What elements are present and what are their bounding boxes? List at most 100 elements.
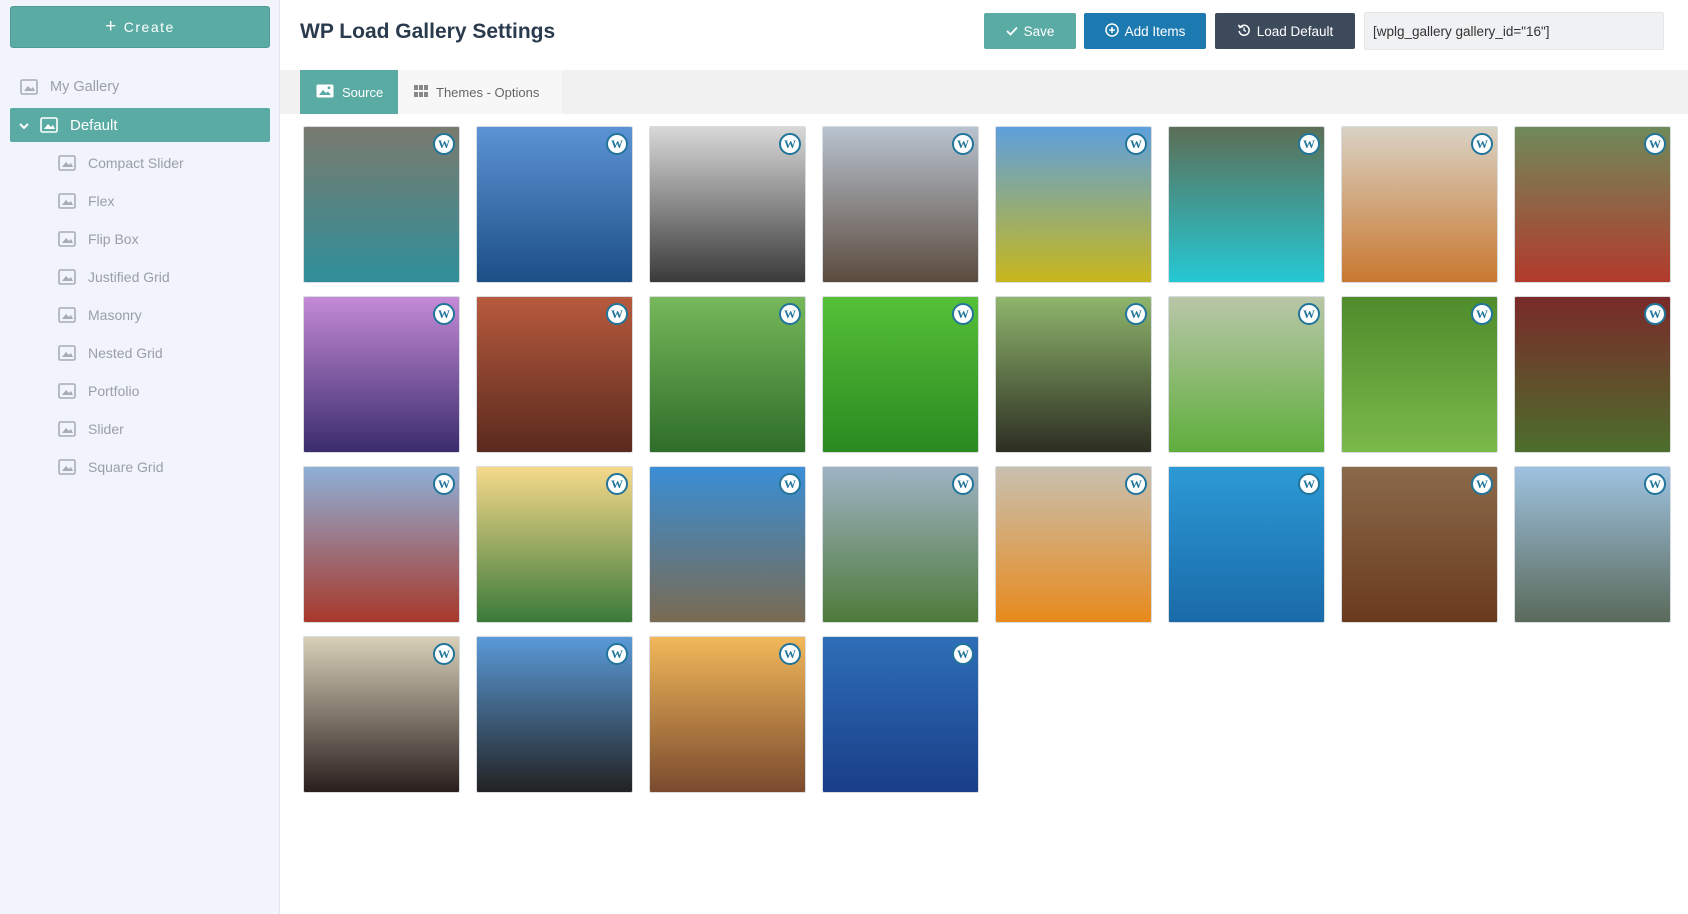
wordpress-icon: W xyxy=(952,303,974,325)
reset-icon xyxy=(1237,23,1251,40)
wordpress-icon: W xyxy=(1644,303,1666,325)
gallery-thumbnail[interactable]: W xyxy=(476,636,633,793)
tree-item-label: Nested Grid xyxy=(88,345,163,361)
wordpress-icon: W xyxy=(1298,303,1320,325)
gallery-thumbnail[interactable]: W xyxy=(476,296,633,453)
gallery-thumbnail[interactable]: W xyxy=(303,296,460,453)
page-title: WP Load Gallery Settings xyxy=(300,20,556,43)
tree-item-label: Flex xyxy=(88,193,115,209)
wordpress-icon: W xyxy=(606,473,628,495)
image-icon xyxy=(58,345,78,361)
tree-item-label: Compact Slider xyxy=(88,155,184,171)
wordpress-icon: W xyxy=(606,643,628,665)
tab-source[interactable]: Source xyxy=(300,70,398,114)
plus-icon: + xyxy=(105,15,118,37)
gallery-thumbnail[interactable]: W xyxy=(1514,296,1671,453)
load-default-button[interactable]: Load Default xyxy=(1215,13,1355,49)
wordpress-icon: W xyxy=(1644,473,1666,495)
tab-bar: Source Themes - Options xyxy=(280,70,1688,114)
gallery-thumbnail[interactable]: W xyxy=(995,466,1152,623)
gallery-thumbnail[interactable]: W xyxy=(1341,126,1498,283)
gallery-thumbnail[interactable]: W xyxy=(476,466,633,623)
tree-item-masonry[interactable]: Masonry xyxy=(10,296,270,334)
tree-item-label: Default xyxy=(70,116,118,134)
wordpress-icon: W xyxy=(433,643,455,665)
plus-circle-icon xyxy=(1104,22,1119,40)
wordpress-icon: W xyxy=(606,133,628,155)
tree-item-label: Square Grid xyxy=(88,459,164,475)
gallery-thumbnail[interactable]: W xyxy=(1168,296,1325,453)
header: WP Load Gallery Settings Save Add Items … xyxy=(280,0,1688,70)
gallery-thumbnail[interactable]: W xyxy=(822,636,979,793)
gallery-thumbnail[interactable]: W xyxy=(303,466,460,623)
tree-item-default[interactable]: Default xyxy=(10,108,270,142)
gallery-thumbnail[interactable]: W xyxy=(1514,126,1671,283)
gallery-thumbnail[interactable]: W xyxy=(995,126,1152,283)
wordpress-icon: W xyxy=(1471,133,1493,155)
tree-item-label: Masonry xyxy=(88,307,142,323)
gallery-tree: My Gallery Default Compact Slider Flex F… xyxy=(10,68,270,486)
chevron-down-icon[interactable] xyxy=(18,119,30,131)
gallery-thumbnail[interactable]: W xyxy=(649,296,806,453)
image-icon xyxy=(58,155,78,171)
wordpress-icon: W xyxy=(1125,133,1147,155)
gallery-thumbnail[interactable]: W xyxy=(1341,296,1498,453)
gallery-thumbnail[interactable]: W xyxy=(1168,466,1325,623)
image-icon xyxy=(40,117,60,133)
tree-item-flex[interactable]: Flex xyxy=(10,182,270,220)
gallery-thumbnail[interactable]: W xyxy=(822,126,979,283)
tree-item-label: Portfolio xyxy=(88,383,140,399)
tree-item-label: My Gallery xyxy=(50,79,120,95)
create-button[interactable]: + Create xyxy=(10,6,270,48)
save-button[interactable]: Save xyxy=(984,13,1076,49)
gallery-thumbnail[interactable]: W xyxy=(1168,126,1325,283)
tab-themes-options[interactable]: Themes - Options xyxy=(398,70,562,114)
load-default-button-label: Load Default xyxy=(1256,23,1334,39)
tree-item-my-gallery[interactable]: My Gallery xyxy=(10,68,270,106)
tree-item-nested-grid[interactable]: Nested Grid xyxy=(10,334,270,372)
wordpress-icon: W xyxy=(779,473,801,495)
gallery-thumbnail[interactable]: W xyxy=(822,296,979,453)
wordpress-icon: W xyxy=(1471,303,1493,325)
add-items-button[interactable]: Add Items xyxy=(1084,13,1206,49)
gallery-thumbnail[interactable]: W xyxy=(1341,466,1498,623)
gallery-thumbnail[interactable]: W xyxy=(649,636,806,793)
wordpress-icon: W xyxy=(1298,133,1320,155)
save-button-label: Save xyxy=(1023,23,1055,39)
image-icon xyxy=(58,269,78,285)
wordpress-icon: W xyxy=(433,133,455,155)
gallery-thumbnail[interactable]: W xyxy=(303,126,460,283)
wordpress-icon: W xyxy=(779,303,801,325)
gallery-thumbnail[interactable]: W xyxy=(1514,466,1671,623)
wordpress-icon: W xyxy=(952,473,974,495)
gallery-thumbnail[interactable]: W xyxy=(822,466,979,623)
tree-item-justified-grid[interactable]: Justified Grid xyxy=(10,258,270,296)
wordpress-icon: W xyxy=(606,303,628,325)
image-icon xyxy=(58,231,78,247)
tree-item-slider[interactable]: Slider xyxy=(10,410,270,448)
image-icon xyxy=(58,459,78,475)
gallery-thumbnail[interactable]: W xyxy=(649,466,806,623)
tree-item-flip-box[interactable]: Flip Box xyxy=(10,220,270,258)
tree-item-compact-slider[interactable]: Compact Slider xyxy=(10,144,270,182)
wordpress-icon: W xyxy=(779,133,801,155)
wordpress-icon: W xyxy=(1125,303,1147,325)
tree-item-label: Justified Grid xyxy=(88,269,170,285)
gallery-thumbnail[interactable]: W xyxy=(476,126,633,283)
wordpress-icon: W xyxy=(1471,473,1493,495)
picture-icon xyxy=(316,84,334,101)
gallery-thumbnail[interactable]: W xyxy=(995,296,1152,453)
wordpress-icon: W xyxy=(1125,473,1147,495)
sidebar: + Create My Gallery Default Compact Slid… xyxy=(0,0,280,914)
wordpress-icon: W xyxy=(433,473,455,495)
gallery-thumbnail[interactable]: W xyxy=(303,636,460,793)
gallery-thumbnail[interactable]: W xyxy=(649,126,806,283)
create-button-label: Create xyxy=(123,19,175,35)
tree-item-square-grid[interactable]: Square Grid xyxy=(10,448,270,486)
image-icon xyxy=(58,421,78,437)
shortcode-field[interactable] xyxy=(1364,12,1664,50)
tree-item-label: Flip Box xyxy=(88,231,139,247)
check-icon xyxy=(1005,24,1018,39)
tree-item-portfolio[interactable]: Portfolio xyxy=(10,372,270,410)
tab-source-label: Source xyxy=(342,84,384,100)
